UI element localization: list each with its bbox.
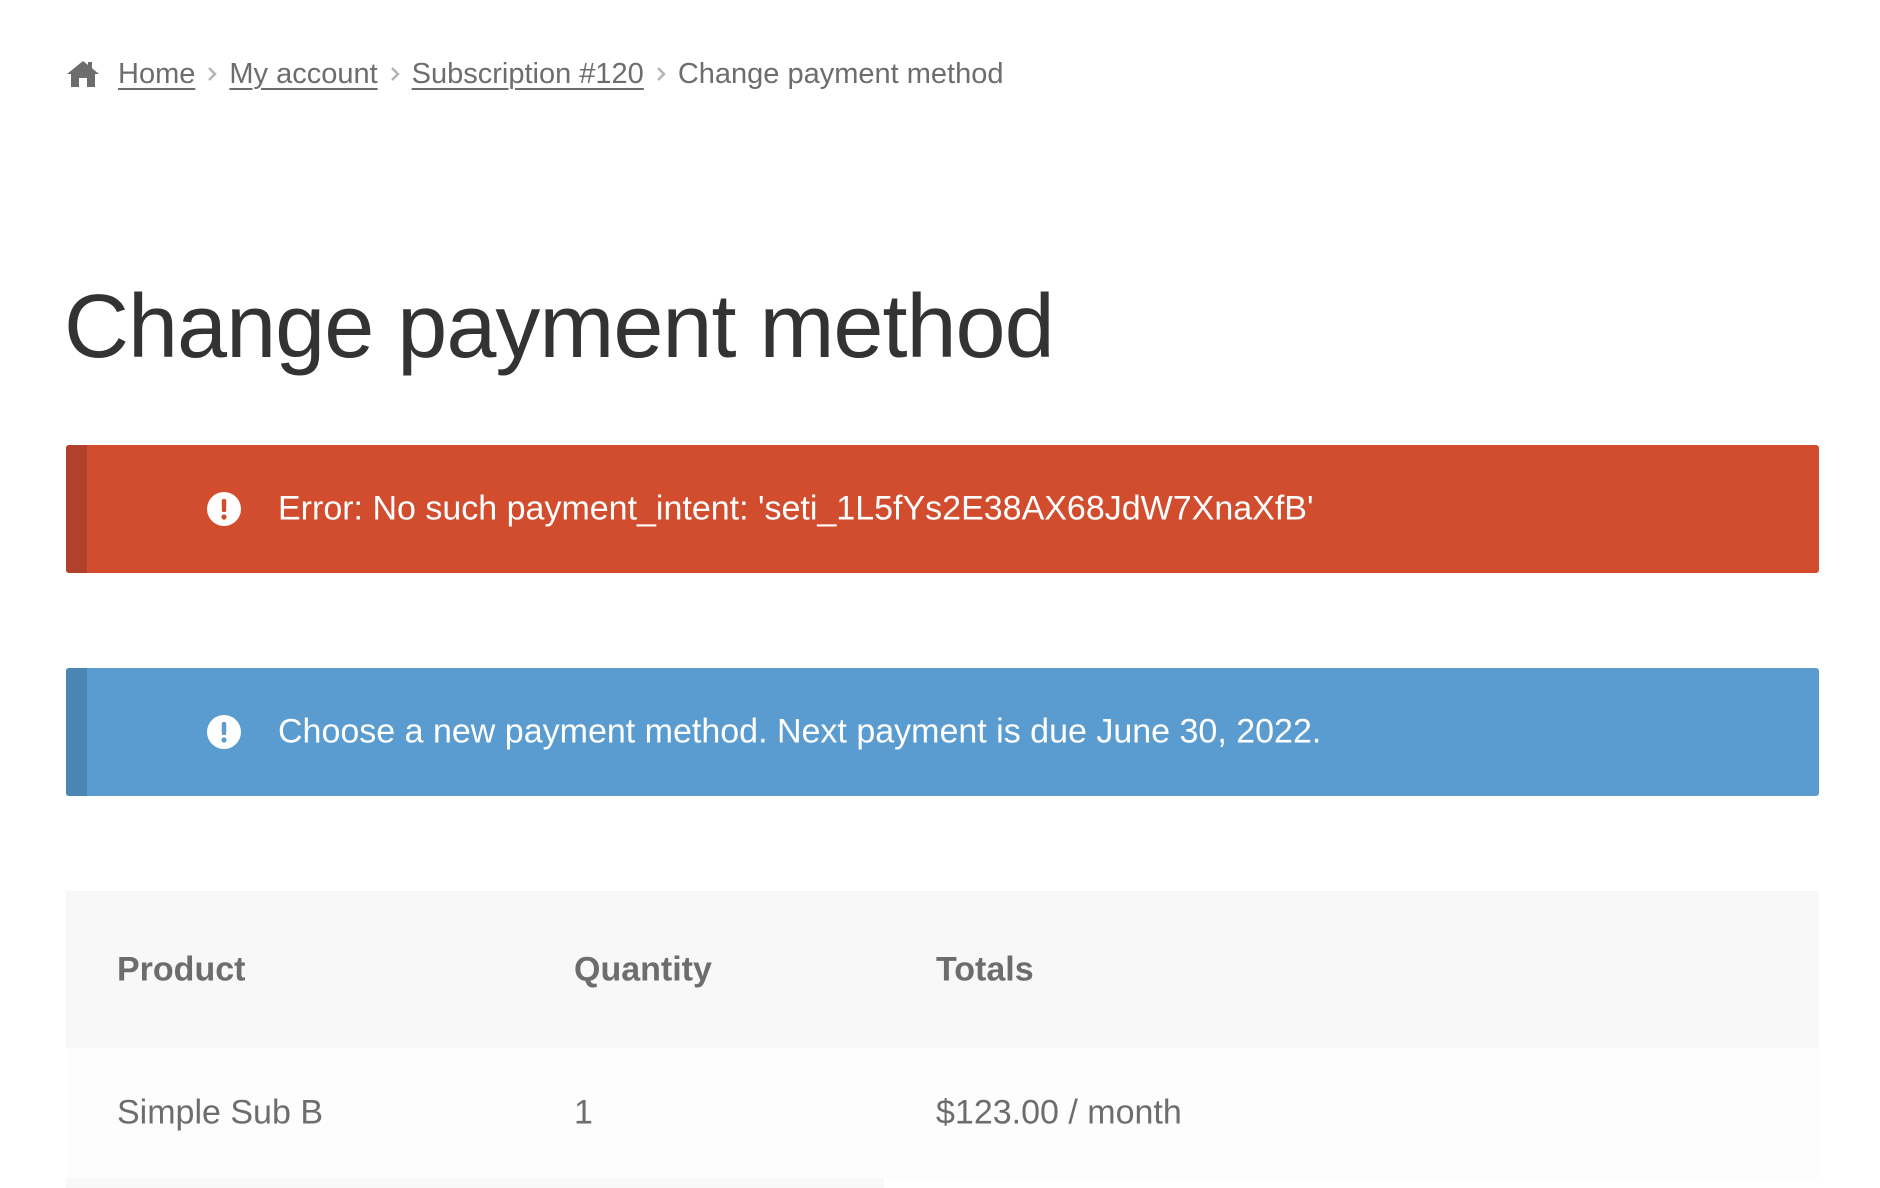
column-header-quantity: Quantity xyxy=(574,950,712,988)
table-footer-strip xyxy=(66,1178,884,1188)
product-name: Simple Sub B xyxy=(117,1093,323,1132)
page-title: Change payment method xyxy=(64,277,1055,377)
product-quantity: 1 xyxy=(574,1093,593,1132)
chevron-right-icon xyxy=(195,59,229,89)
column-header-product: Product xyxy=(117,950,246,988)
exclamation-circle-icon xyxy=(206,714,242,750)
order-table: Product Quantity Totals Simple Sub B 1 $… xyxy=(66,891,1819,1188)
breadcrumb-my-account-link[interactable]: My account xyxy=(229,58,377,91)
home-icon xyxy=(66,58,102,90)
error-notice: Error: No such payment_intent: 'seti_1L5… xyxy=(66,445,1819,573)
breadcrumb-subscription-link[interactable]: Subscription #120 xyxy=(412,58,644,91)
breadcrumb: Home My account Subscription #120 Change… xyxy=(66,52,1003,96)
notice-accent-bar xyxy=(66,445,87,573)
table-header-row: Product Quantity Totals xyxy=(66,891,1819,1048)
column-header-totals: Totals xyxy=(936,950,1034,988)
notice-accent-bar xyxy=(66,668,87,796)
breadcrumb-home-link[interactable]: Home xyxy=(118,58,195,91)
product-total: $123.00 / month xyxy=(936,1093,1182,1132)
table-row: Simple Sub B 1 $123.00 / month xyxy=(66,1048,1819,1178)
info-notice-text: Choose a new payment method. Next paymen… xyxy=(278,712,1322,751)
chevron-right-icon xyxy=(378,59,412,89)
error-notice-text: Error: No such payment_intent: 'seti_1L5… xyxy=(278,489,1314,528)
info-notice: Choose a new payment method. Next paymen… xyxy=(66,668,1819,796)
exclamation-circle-icon xyxy=(206,491,242,527)
breadcrumb-current: Change payment method xyxy=(677,57,1004,90)
page: Home My account Subscription #120 Change… xyxy=(0,0,1880,1188)
chevron-right-icon xyxy=(644,59,678,89)
